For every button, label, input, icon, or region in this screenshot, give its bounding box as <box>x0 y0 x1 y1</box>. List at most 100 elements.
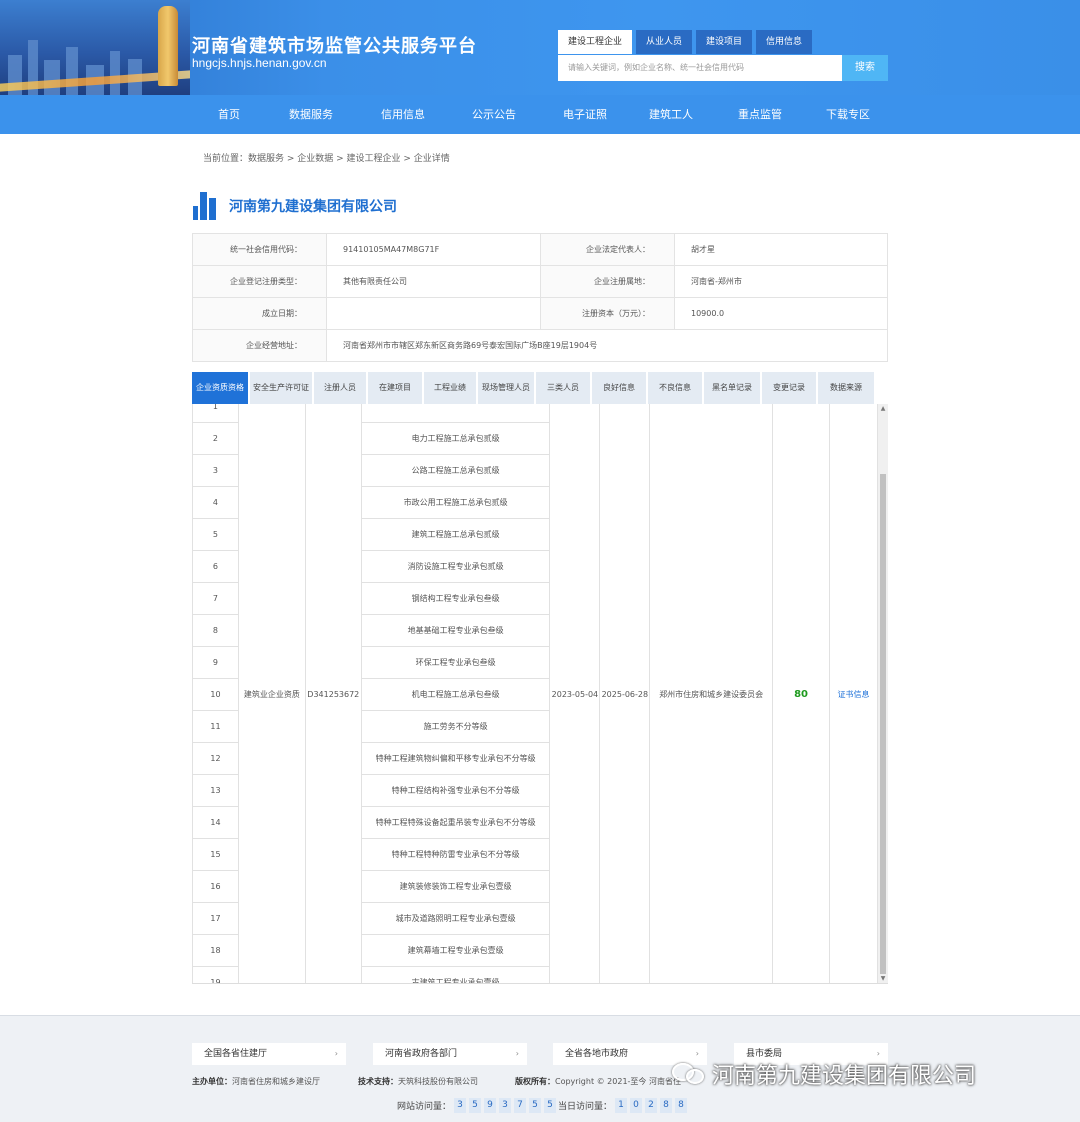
qualification-name: 特种工程结构补强专业承包不分等级 <box>360 774 551 807</box>
nav-item-notice[interactable]: 公示公告 <box>454 95 534 134</box>
company-heading: 河南第九建设集团有限公司 <box>193 192 397 220</box>
tab-performance[interactable]: 工程业绩 <box>424 372 476 404</box>
qualification-name: 钢结构工程专业承包叁级 <box>360 582 551 615</box>
counter-digit: 3 <box>454 1098 467 1113</box>
site-domain: hngcjs.hnjs.henan.gov.cn <box>192 56 327 70</box>
counter-digit: 3 <box>499 1098 512 1113</box>
detail-tabs: 企业资质资格 安全生产许可证 注册人员 在建项目 工程业绩 现场管理人员 三类人… <box>192 372 888 404</box>
qualification-name: 电力工程施工总承包贰级 <box>360 422 551 455</box>
qualification-table-container[interactable]: 1 建筑业企业资质 D341253672 2023-05-04 2025-06-28 郑州… <box>192 404 888 984</box>
qualification-name: 古建筑工程专业承包壹级 <box>360 966 551 983</box>
footer-host: 主办单位：河南省住房和城乡建设厅 <box>192 1077 320 1086</box>
info-value: 河南省-郑州市 <box>674 265 888 298</box>
qualification-name: 特种工程特种防雷专业承包不分等级 <box>360 838 551 871</box>
scroll-thumb[interactable] <box>880 474 886 974</box>
counter-digit: 9 <box>484 1098 497 1113</box>
qualification-name: 市政公用工程施工总承包贰级 <box>360 486 551 519</box>
tab-safety-license[interactable]: 安全生产许可证 <box>250 372 312 404</box>
row-number: 1 <box>192 404 239 423</box>
qualification-name: 公路工程施工总承包贰级 <box>360 454 551 487</box>
site-visit-counter: 网站访问量： 3593755 <box>397 1098 557 1113</box>
qualification-name: 环保工程专业承包叁级 <box>360 646 551 679</box>
table-scrollbar[interactable]: ▲ ▼ <box>878 404 888 983</box>
nav-item-download[interactable]: 下载专区 <box>808 95 888 134</box>
qualification-name: 消防设施工程专业承包贰级 <box>360 550 551 583</box>
footer-link-provincial-depts[interactable]: 全国各省住建厅 › <box>192 1043 346 1065</box>
wechat-watermark: 河南第九建设集团有限公司 <box>672 1058 976 1090</box>
qualification-category: 建筑业企业资质 <box>237 404 306 983</box>
tab-three-types-staff[interactable]: 三类人员 <box>536 372 590 404</box>
row-number: 8 <box>192 614 239 647</box>
footer-link-gov-depts[interactable]: 河南省政府各部门 › <box>373 1043 527 1065</box>
row-number: 4 <box>192 486 239 519</box>
nav-item-workers[interactable]: 建筑工人 <box>631 95 711 134</box>
info-value: 91410105MA47M8G71F <box>326 233 541 266</box>
info-label: 成立日期： <box>192 297 327 330</box>
qualification-name: 城市及道路照明工程专业承包壹级 <box>360 902 551 935</box>
search-tab-personnel[interactable]: 从业人员 <box>636 30 693 54</box>
tab-qualification[interactable]: 企业资质资格 <box>192 372 248 404</box>
info-label: 企业注册属地： <box>540 265 675 298</box>
nav-item-home[interactable]: 首页 <box>189 95 269 134</box>
qualification-name: 特种工程建筑物纠偏和平移专业承包不分等级 <box>360 742 551 775</box>
info-value <box>326 297 541 330</box>
tab-blacklist[interactable]: 黑名单记录 <box>704 372 760 404</box>
today-visit-counter: 当日访问量： 10288 <box>558 1098 688 1113</box>
counter-digit: 0 <box>630 1098 643 1113</box>
row-number: 9 <box>192 646 239 679</box>
qualification-name: 建筑装修装饰工程专业承包壹级 <box>360 870 551 903</box>
nav-item-supervision[interactable]: 重点监管 <box>720 95 800 134</box>
row-number: 11 <box>192 710 239 743</box>
expiry-date: 2025-06-28 <box>599 404 651 983</box>
search-input[interactable]: 请输入关键词，例如企业名称、统一社会信用代码 <box>558 55 842 81</box>
search-tab-project[interactable]: 建设项目 <box>696 30 753 54</box>
tab-good-records[interactable]: 良好信息 <box>592 372 646 404</box>
qualification-name: 建筑工程施工总承包贰级 <box>360 518 551 551</box>
search-tab-credit[interactable]: 信用信息 <box>756 30 813 54</box>
issuing-authority: 郑州市住房和城乡建设委员会 <box>649 404 774 983</box>
company-info-table: 统一社会信用代码： 91410105MA47M8G71F 企业法定代表人： 胡才… <box>192 233 888 362</box>
tab-registered-staff[interactable]: 注册人员 <box>314 372 366 404</box>
tab-change-log[interactable]: 变更记录 <box>762 372 816 404</box>
company-name: 河南第九建设集团有限公司 <box>229 199 397 215</box>
info-value: 胡才星 <box>674 233 888 266</box>
search-tab-enterprise[interactable]: 建设工程企业 <box>558 30 633 54</box>
table-row: 1 建筑业企业资质 D341253672 2023-05-04 2025-06-28 郑州… <box>192 404 879 983</box>
row-number: 15 <box>192 838 239 871</box>
tower-icon <box>158 6 178 86</box>
certificate-info-link[interactable]: 证书信息 <box>828 404 879 983</box>
tab-bad-records[interactable]: 不良信息 <box>648 372 702 404</box>
row-number: 14 <box>192 806 239 839</box>
qualification-name: 施工劳务不分等级 <box>360 710 551 743</box>
scroll-up-icon[interactable]: ▲ <box>878 404 888 414</box>
site-header: 河南省建筑市场监管公共服务平台 hngcjs.hnjs.henan.gov.cn… <box>0 0 1080 95</box>
nav-item-e-license[interactable]: 电子证照 <box>545 95 625 134</box>
info-value-address: 河南省郑州市市辖区郑东新区商务路69号泰宏国际广场B座19层1904号 <box>326 329 888 362</box>
tab-ongoing-projects[interactable]: 在建项目 <box>368 372 422 404</box>
counter-digit: 1 <box>615 1098 628 1113</box>
tab-site-managers[interactable]: 现场管理人员 <box>478 372 534 404</box>
row-number: 10 <box>192 678 239 711</box>
qualification-name: 特种工程特殊设备起重吊装专业承包不分等级 <box>360 806 551 839</box>
qualification-name <box>360 404 551 423</box>
info-label: 统一社会信用代码： <box>192 233 327 266</box>
qualification-name: 机电工程施工总承包叁级 <box>360 678 551 711</box>
search-button[interactable]: 搜索 <box>842 55 888 81</box>
qualification-name: 地基基础工程专业承包叁级 <box>360 614 551 647</box>
row-number: 13 <box>192 774 239 807</box>
nav-item-credit[interactable]: 信用信息 <box>363 95 443 134</box>
scroll-down-icon[interactable]: ▼ <box>878 974 888 983</box>
counter-digit: 8 <box>660 1098 673 1113</box>
nav-item-data-service[interactable]: 数据服务 <box>271 95 351 134</box>
row-number: 17 <box>192 902 239 935</box>
info-label: 企业登记注册类型： <box>192 265 327 298</box>
qualification-name: 建筑幕墙工程专业承包壹级 <box>360 934 551 967</box>
info-label: 企业经营地址： <box>192 329 327 362</box>
main-nav: 首页 数据服务 信用信息 公示公告 电子证照 建筑工人 重点监管 下载专区 <box>0 95 1080 134</box>
header-city-banner <box>0 0 190 95</box>
chevron-right-icon: › <box>515 1049 519 1058</box>
building-icon <box>193 192 219 220</box>
row-number: 12 <box>192 742 239 775</box>
tab-data-source[interactable]: 数据来源 <box>818 372 874 404</box>
row-number: 7 <box>192 582 239 615</box>
